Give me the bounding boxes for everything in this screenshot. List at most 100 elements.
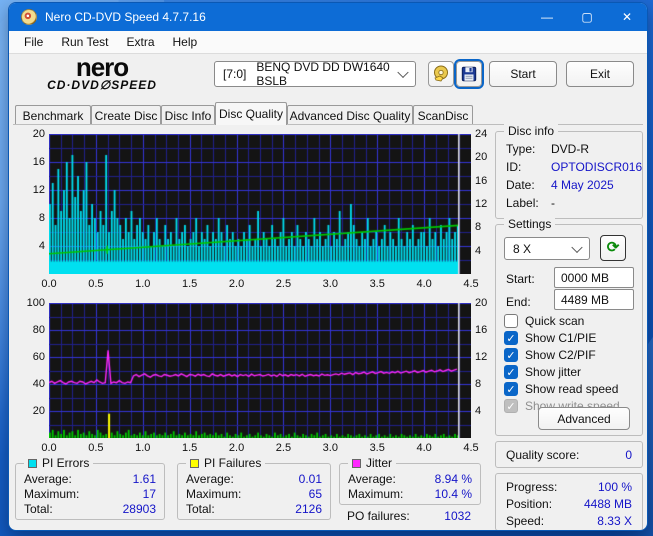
tab-disc-info[interactable]: Disc Info [161,105,215,125]
end-mb-label: End: [506,295,531,309]
checkbox-quick-scan[interactable]: Quick scan [504,314,584,328]
quality-score-value: 0 [625,448,632,462]
start-button[interactable]: Start [489,61,557,87]
exit-button[interactable]: Exit [566,61,634,87]
disc-type-value: DVD-R [551,142,589,156]
app-icon [21,9,37,25]
axis-tick-label: 20 [32,128,45,140]
axis-tick-label: 2.5 [275,442,292,454]
tab-advanced-disc-quality[interactable]: Advanced Disc Quality [287,105,413,125]
tab-benchmark[interactable]: Benchmark [15,105,91,125]
jitter-average-label: Average: [348,472,396,486]
checkbox-checked-icon: ✓ [504,382,518,396]
axis-tick-label: 20 [32,405,45,417]
position-label: Position: [506,497,553,511]
refresh-button[interactable]: ⟳ [600,235,626,261]
desktop: Nero CD-DVD Speed 4.7.7.16 — ▢ ✕ File Ru… [0,0,653,536]
menu-help[interactable]: Help [164,32,207,52]
pif-maximum-value: 65 [308,487,322,501]
close-button[interactable]: ✕ [607,3,647,31]
position-value: 4488 MB [583,497,632,511]
jitter-legend-icon [352,458,361,468]
start-mb-input[interactable] [554,267,634,288]
tab-scandisc[interactable]: ScanDisc [413,105,473,125]
checkbox-checked-icon: ✓ [504,348,518,362]
pi-failures-group: PI Failures Average: 0.01 Maximum: 65 To… [177,456,331,520]
axis-tick-label: 16 [32,156,45,168]
minimize-button[interactable]: — [527,3,567,31]
tab-create-disc[interactable]: Create Disc [91,105,161,125]
disc-label-value: - [551,196,555,210]
disc-date-label: Date: [506,178,535,192]
disc-label-label: Label: [506,196,539,210]
advanced-button[interactable]: Advanced [538,407,630,430]
checkbox-icon [504,314,518,328]
menu-bar: File Run Test Extra Help [9,31,647,54]
scan-speed-select[interactable]: 8 X [504,237,590,260]
pie-average-label: Average: [24,472,72,486]
save-button[interactable] [454,59,484,89]
axis-tick-label: 0.5 [88,278,104,290]
checkbox-checked-icon: ✓ [504,365,518,379]
axis-tick-label: 0.0 [41,278,57,290]
jitter-maximum-label: Maximum: [348,487,404,501]
save-floppy-icon [461,66,477,82]
pie-maximum-label: Maximum: [24,487,80,501]
pif-maximum-label: Maximum: [186,487,242,501]
axis-tick-label: 3.5 [369,278,385,290]
speed-value: 8.33 X [597,514,632,528]
maximize-button[interactable]: ▢ [567,3,607,31]
menu-file[interactable]: File [15,32,52,52]
checkbox-show-jitter[interactable]: ✓ Show jitter [504,365,581,379]
pi-failures-jitter-chart [49,303,471,438]
settings-title: Settings [504,217,556,231]
eject-disc-button[interactable] [428,61,454,87]
menu-run-test[interactable]: Run Test [52,32,117,52]
checkbox-show-c2-pif[interactable]: ✓ Show C2/PIF [504,348,596,362]
axis-tick-label: 80 [32,324,45,336]
jitter-group: Jitter Average: 8.94 % Maximum: 10.4 % [339,456,481,505]
pif-average-label: Average: [186,472,234,486]
charts-panel: 20 16 12 8 4 24 20 16 12 8 4 0.0 0.5 1.0 1.5 2.0 2.5 3.0 3… [9,126,491,458]
pie-total-label: Total: [24,502,53,516]
pie-average-value: 1.61 [132,472,156,486]
jitter-title: Jitter [348,456,397,470]
progress-label: Progress: [506,480,558,494]
pi-failures-legend-icon [190,458,199,468]
checkbox-disabled-icon: ✓ [504,399,518,413]
axis-tick-label: 40 [32,378,45,390]
menu-extra[interactable]: Extra [117,32,163,52]
disc-hand-icon [434,65,448,82]
quality-score-group: Quality score: 0 [495,441,643,468]
axis-tick-label: 1.0 [135,442,151,454]
end-mb-input[interactable] [554,289,634,310]
po-failures-value: 1032 [444,509,471,523]
chevron-down-icon [571,241,583,253]
axis-tick-label: 8 [38,212,45,224]
jitter-maximum-value: 10.4 % [434,487,472,501]
pie-maximum-value: 17 [142,487,156,501]
po-failures-label: PO failures: [347,509,410,523]
tab-disc-quality[interactable]: Disc Quality [215,102,287,125]
nero-logo: nero CD·DVD∅SPEED [47,52,157,92]
pi-errors-group: PI Errors Average: 1.61 Maximum: 17 Tota… [15,456,165,520]
axis-tick-label: 3.0 [322,278,338,290]
refresh-icon: ⟳ [606,239,620,256]
scan-speed-value: 8 X [513,241,532,256]
pi-errors-title: PI Errors [24,456,94,470]
drive-select[interactable]: [7:0] BENQ DVD DD DW1640 BSLB [214,60,416,88]
axis-tick-label: 4.0 [416,278,432,290]
pif-total-value: 2126 [295,502,322,516]
checkbox-show-read-speed[interactable]: ✓ Show read speed [504,382,618,396]
axis-tick-label: 1.5 [182,442,198,454]
speed-label: Speed: [506,514,545,528]
checkbox-show-c1-pie[interactable]: ✓ Show C1/PIE [504,331,596,345]
app-window: Nero CD-DVD Speed 4.7.7.16 — ▢ ✕ File Ru… [8,2,648,531]
axis-tick-label: 3.0 [322,442,338,454]
jitter-average-value: 8.94 % [434,472,472,486]
toolbar: nero CD·DVD∅SPEED [7:0] BENQ DVD DD DW16… [9,52,647,101]
disc-info-title: Disc info [504,124,559,138]
axis-tick-label: 12 [32,184,45,196]
disc-id-value: OPTODISCR016 [551,160,643,174]
axis-tick-label: 60 [32,351,45,363]
